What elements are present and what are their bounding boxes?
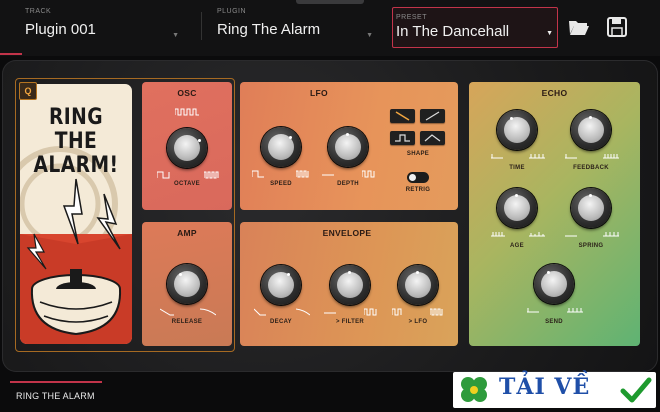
high-spring-icon [603, 232, 619, 237]
plugin-artwork: RING THE ALARM! [20, 84, 132, 344]
time-knob[interactable] [497, 110, 537, 150]
quick-edit-badge[interactable]: Q [19, 82, 37, 100]
shape-triangle-button[interactable] [420, 131, 445, 145]
osc-title: OSC [177, 88, 197, 98]
echo-title: ECHO [541, 88, 568, 98]
send-label: SEND [545, 319, 563, 325]
low-feedback-icon [565, 154, 577, 159]
save-icon[interactable] [606, 16, 628, 38]
time-label: TIME [509, 165, 525, 171]
preset-value: In The Dancehall [396, 23, 510, 40]
speed-knob[interactable] [261, 127, 301, 167]
lfo-env-knob[interactable] [398, 265, 438, 305]
amp-panel: AMP RELEASE [142, 222, 232, 346]
high-lfo-icon [430, 308, 443, 316]
send-knob[interactable] [534, 264, 574, 304]
track-indicator [0, 53, 22, 55]
low-age-icon [491, 232, 505, 237]
low-spring-icon [565, 235, 577, 237]
plugin-value: Ring The Alarm [217, 21, 321, 38]
high-age-icon [529, 232, 545, 237]
feedback-label: FEEDBACK [573, 165, 609, 171]
short-release-icon [160, 308, 174, 316]
ramp-up-wave-icon [425, 111, 440, 121]
osc-panel: OSC OCTAVE [142, 82, 232, 210]
chevron-down-icon: ▼ [366, 32, 373, 39]
low-lfo-icon [392, 308, 402, 316]
depth-knob[interactable] [328, 127, 368, 167]
lfo-title: LFO [310, 88, 328, 98]
octave-label: OCTAVE [174, 181, 200, 187]
watermark-text: TẢI VỀ [499, 374, 591, 400]
folder-open-icon[interactable] [568, 16, 590, 38]
filter-env-knob[interactable] [330, 265, 370, 305]
artwork-title-line-2: ALARM! [33, 153, 119, 178]
top-handle[interactable] [296, 0, 364, 4]
decay-knob[interactable] [261, 265, 301, 305]
age-label: AGE [510, 243, 524, 249]
square-wave-icon [175, 108, 199, 116]
feedback-knob[interactable] [571, 110, 611, 150]
shape-ramp-up-button[interactable] [420, 109, 445, 123]
long-time-icon [529, 154, 545, 159]
speed-label: SPEED [270, 181, 292, 187]
triangle-wave-icon [424, 134, 441, 142]
lfo-panel: LFO SPEED DEPTH SHAPE RETRIG [240, 82, 458, 210]
high-octave-icon [204, 171, 219, 179]
track-value: Plugin 001 [25, 21, 96, 38]
long-release-icon [200, 308, 216, 316]
shape-square-button[interactable] [390, 131, 415, 145]
lfo-env-label: > LFO [408, 319, 428, 325]
short-time-icon [491, 154, 503, 159]
short-decay-icon [254, 308, 266, 316]
clover-logo-icon [461, 377, 487, 402]
plugin-tab-label[interactable]: RING THE ALARM [16, 391, 95, 401]
release-label: RELEASE [171, 319, 203, 325]
high-filter-icon [364, 308, 377, 316]
chevron-down-icon: ▼ [546, 30, 553, 37]
square-wave-icon [395, 134, 410, 142]
track-label: TRACK [25, 8, 52, 15]
preset-label: PRESET [396, 14, 428, 21]
octave-knob[interactable] [167, 128, 207, 168]
depth-label: DEPTH [337, 181, 359, 187]
preset-selector[interactable]: PRESET In The Dancehall ▼ [392, 7, 558, 48]
amp-title: AMP [177, 228, 197, 238]
shape-label: SHAPE [406, 151, 430, 157]
plugin-tab-indicator [10, 381, 102, 383]
release-knob[interactable] [167, 264, 207, 304]
low-send-icon [527, 308, 539, 313]
fast-speed-icon [296, 170, 309, 178]
shape-ramp-down-button[interactable] [390, 109, 415, 123]
spring-knob[interactable] [571, 188, 611, 228]
low-octave-icon [157, 171, 170, 179]
envelope-panel: ENVELOPE DECAY > FILTER > LFO [240, 222, 458, 346]
artwork-title-line-1: RING THE [48, 105, 104, 154]
plugin-selector[interactable]: PLUGIN Ring The Alarm ▼ [217, 8, 377, 48]
checkmark-icon [620, 377, 652, 403]
high-send-icon [567, 308, 583, 313]
artwork-title: RING THE ALARM! [28, 106, 123, 178]
divider [201, 12, 202, 40]
low-filter-icon [324, 312, 336, 314]
envelope-title: ENVELOPE [322, 228, 372, 238]
retrig-toggle[interactable] [407, 172, 429, 183]
retrig-label: RETRIG [405, 187, 431, 193]
long-decay-icon [296, 308, 310, 316]
slow-speed-icon [252, 170, 264, 178]
chevron-down-icon: ▼ [172, 32, 179, 39]
low-depth-icon [322, 174, 334, 176]
filter-env-label: > FILTER [335, 319, 365, 325]
plugin-label: PLUGIN [217, 8, 247, 15]
echo-panel: ECHO TIME FEEDBACK AGE SPRING SEND [469, 82, 640, 346]
age-knob[interactable] [497, 188, 537, 228]
track-selector[interactable]: TRACK Plugin 001 ▼ [25, 8, 183, 48]
high-depth-icon [362, 170, 375, 178]
ramp-down-wave-icon [395, 111, 410, 121]
high-feedback-icon [603, 154, 619, 159]
decay-label: DECAY [270, 319, 292, 325]
spring-label: SPRING [578, 243, 604, 249]
